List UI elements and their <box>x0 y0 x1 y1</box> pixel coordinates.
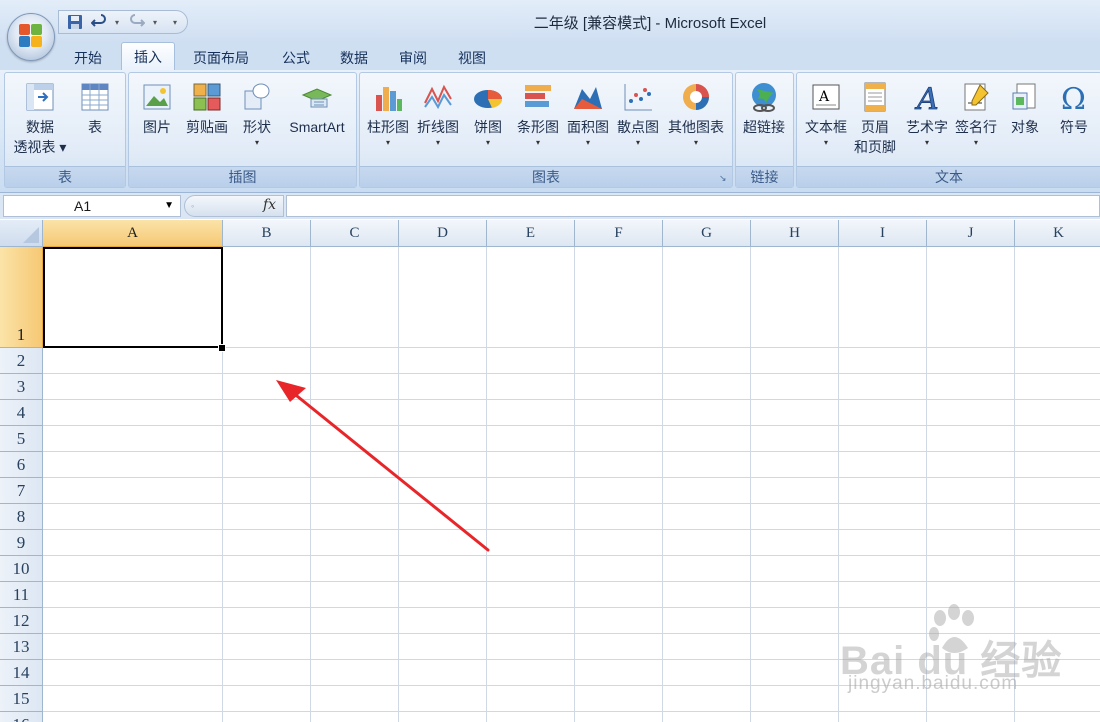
office-logo-icon <box>19 24 43 48</box>
annotation-arrow-icon <box>276 380 490 552</box>
office-button[interactable] <box>7 13 55 61</box>
